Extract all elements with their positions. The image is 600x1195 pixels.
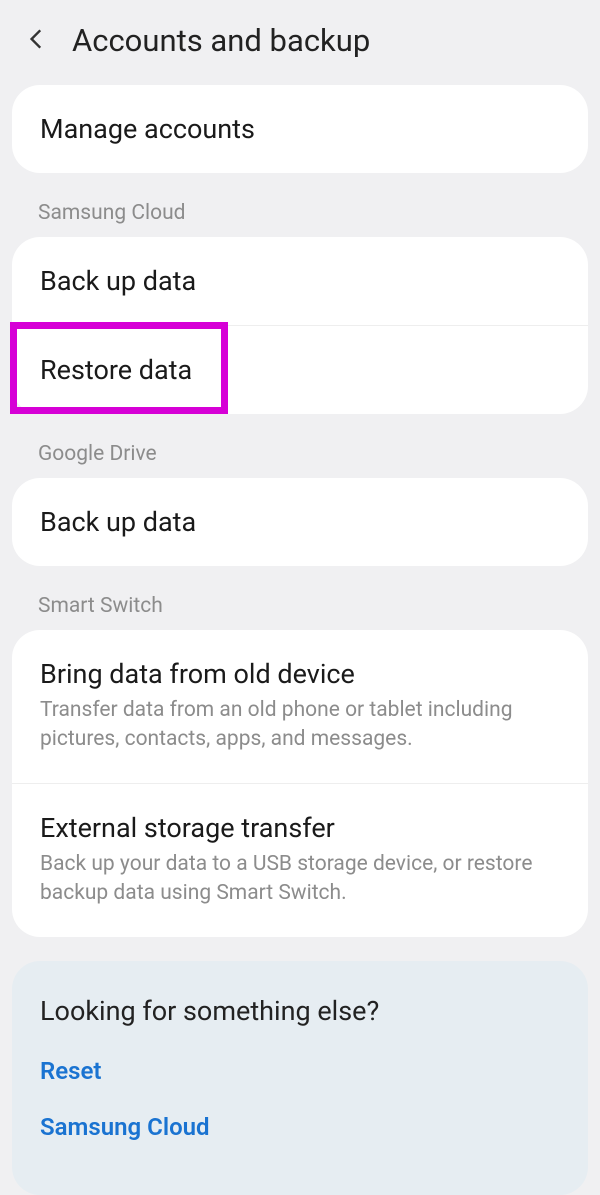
item-label: Manage accounts [40, 113, 560, 145]
backup-data-samsung-item[interactable]: Back up data [12, 237, 588, 325]
back-icon[interactable] [24, 26, 50, 56]
footer-suggestions: Looking for something else? Reset Samsun… [12, 961, 588, 1195]
reset-link[interactable]: Reset [40, 1057, 560, 1085]
section-header-google-drive: Google Drive [0, 432, 600, 478]
page-title: Accounts and backup [72, 22, 370, 59]
item-description: Transfer data from an old phone or table… [40, 696, 560, 755]
samsung-cloud-group: Back up data Restore data [12, 237, 588, 414]
item-label: Back up data [40, 265, 560, 297]
manage-accounts-item[interactable]: Manage accounts [12, 85, 588, 173]
item-label: Back up data [40, 506, 560, 538]
item-label: External storage transfer [40, 812, 560, 844]
restore-data-item[interactable]: Restore data [12, 325, 588, 414]
item-description: Back up your data to a USB storage devic… [40, 850, 560, 909]
header-bar: Accounts and backup [0, 0, 600, 85]
external-storage-item[interactable]: External storage transfer Back up your d… [12, 783, 588, 937]
section-header-smart-switch: Smart Switch [0, 584, 600, 630]
item-label: Bring data from old device [40, 658, 560, 690]
smart-switch-group: Bring data from old device Transfer data… [12, 630, 588, 937]
footer-title: Looking for something else? [40, 995, 560, 1027]
section-header-samsung-cloud: Samsung Cloud [0, 191, 600, 237]
item-label: Restore data [40, 354, 560, 386]
bring-data-item[interactable]: Bring data from old device Transfer data… [12, 630, 588, 783]
backup-data-google-item[interactable]: Back up data [12, 478, 588, 566]
samsung-cloud-link[interactable]: Samsung Cloud [40, 1113, 560, 1141]
